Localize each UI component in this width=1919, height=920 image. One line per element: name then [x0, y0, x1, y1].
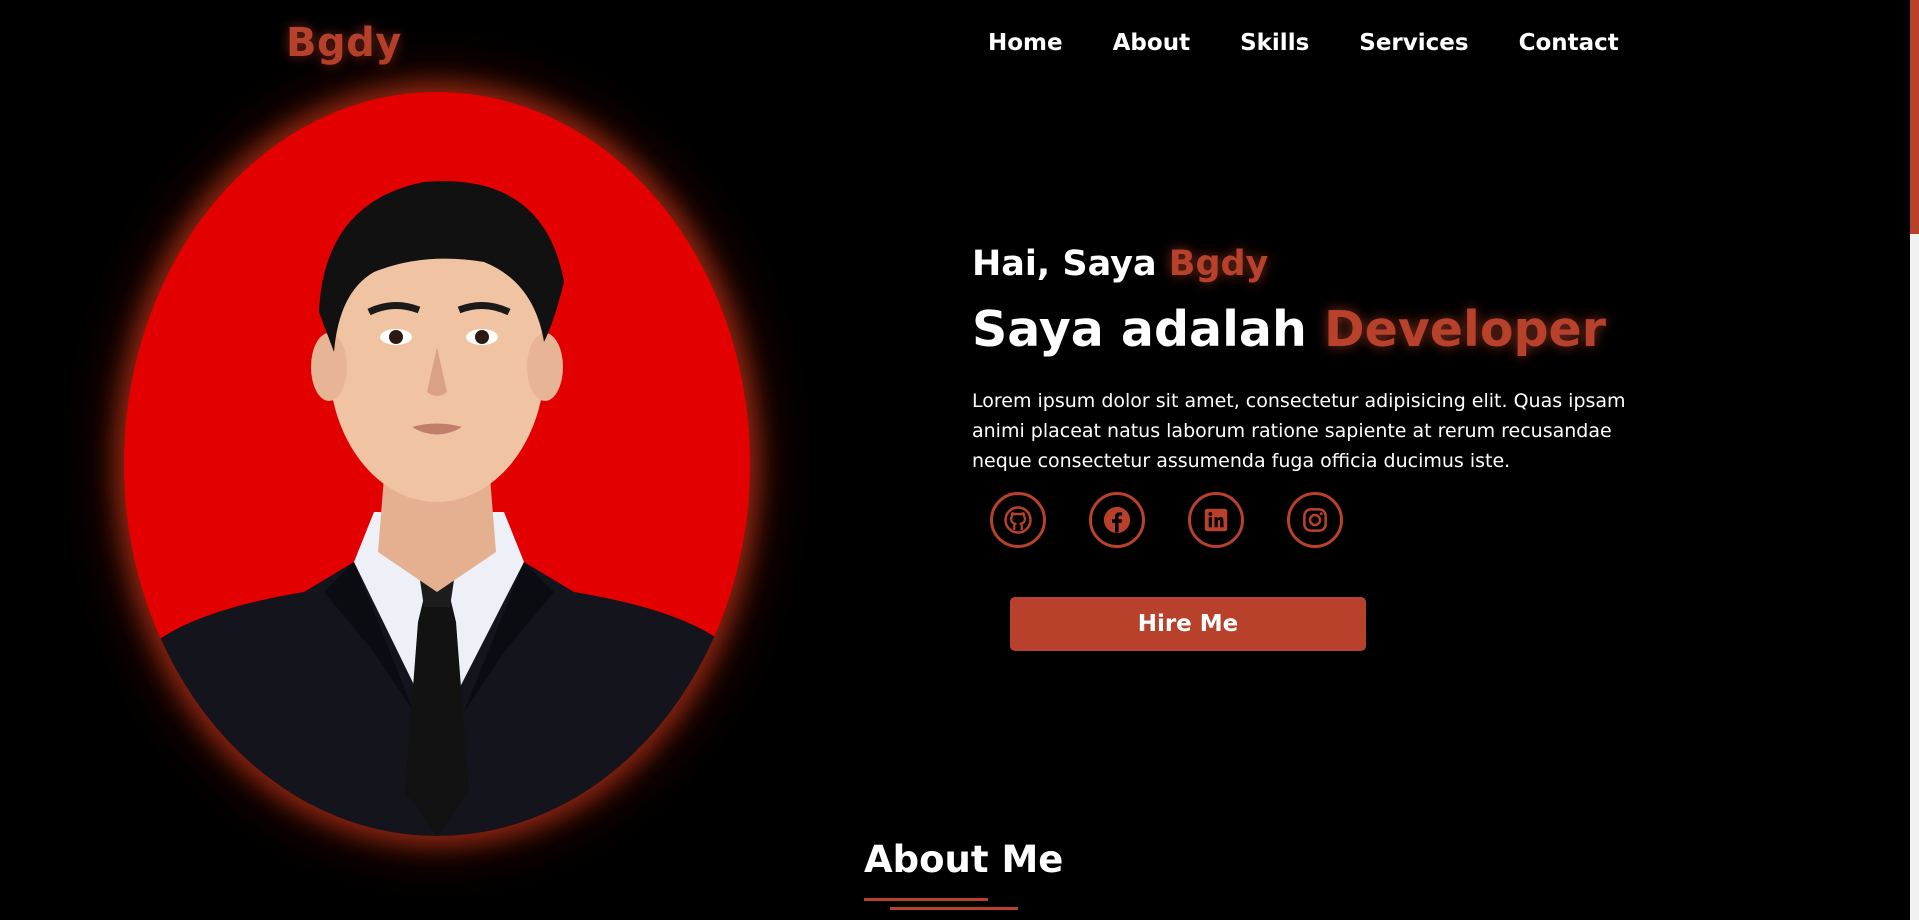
github-icon [1004, 506, 1032, 534]
title-prefix: Saya adalah [972, 301, 1324, 358]
page: Bgdy Home About Skills Services Contact [0, 0, 1919, 920]
linkedin-link[interactable] [1188, 492, 1244, 548]
hire-me-button[interactable]: Hire Me [1010, 597, 1366, 651]
instagram-icon [1303, 508, 1327, 532]
hero-description: Lorem ipsum dolor sit amet, consectetur … [972, 390, 1626, 472]
hero-title: Saya adalah Developer [972, 298, 1672, 362]
scrollbar-thumb[interactable] [1910, 0, 1919, 234]
nav-item-contact[interactable]: Contact [1519, 30, 1619, 56]
nav-item-about[interactable]: About [1113, 30, 1190, 56]
greeting-name: Bgdy [1168, 244, 1269, 284]
main-nav: Home About Skills Services Contact [988, 30, 1619, 56]
nav-item-services[interactable]: Services [1359, 30, 1468, 56]
github-link[interactable] [990, 492, 1046, 548]
linkedin-icon [1204, 508, 1228, 532]
profile-photo [124, 92, 750, 836]
facebook-icon [1103, 506, 1131, 534]
instagram-link[interactable] [1287, 492, 1343, 548]
profile-portrait-illustration [124, 92, 750, 836]
nav-item-skills[interactable]: Skills [1240, 30, 1309, 56]
about-section-title: About Me [864, 838, 1064, 881]
facebook-link[interactable] [1089, 492, 1145, 548]
greeting-heading: Hai, Saya Bgdy [972, 240, 1672, 288]
page-scrollbar[interactable] [1910, 0, 1919, 920]
about-title-underline-offset [890, 907, 1018, 910]
title-role: Developer [1323, 301, 1606, 358]
nav-item-home[interactable]: Home [988, 30, 1063, 56]
logo[interactable]: Bgdy [286, 20, 402, 66]
greeting-prefix: Hai, Saya [972, 244, 1169, 284]
hero-section: Hai, Saya Bgdy Saya adalah Developer Lor… [972, 240, 1672, 495]
social-links [990, 492, 1343, 548]
about-title-underline [864, 898, 988, 901]
